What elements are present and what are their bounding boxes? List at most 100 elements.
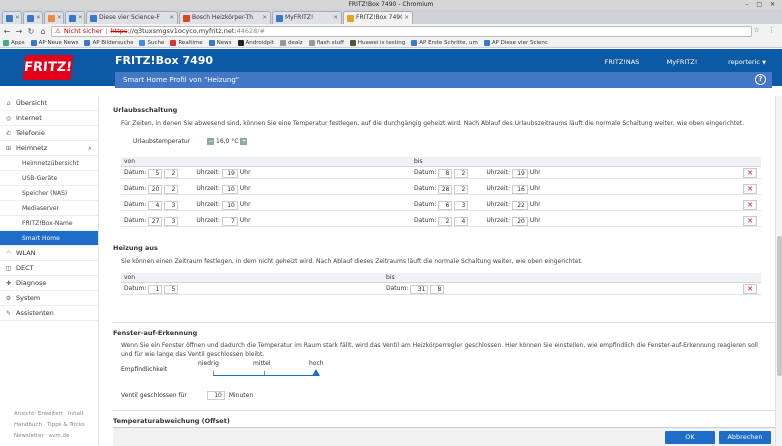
plus-icon[interactable]: + xyxy=(240,138,248,145)
browser-tab[interactable]: MyFRITZ! ✕ xyxy=(272,11,342,24)
bis-hour-input[interactable]: 20 xyxy=(511,216,528,226)
bookmark-item[interactable]: Apps xyxy=(3,39,25,46)
bis-month-input[interactable]: 8 xyxy=(430,284,445,294)
delete-button[interactable]: ✕ xyxy=(743,184,757,194)
browser-tab[interactable]: ✕ xyxy=(44,11,64,24)
bis-month-input[interactable]: 2 xyxy=(454,168,469,178)
close-icon[interactable]: ✕ xyxy=(36,12,41,24)
sidebar-item[interactable]: Mediaserver xyxy=(0,201,98,216)
bis-day-input[interactable]: 6 xyxy=(438,200,453,210)
scrollbar-thumb[interactable] xyxy=(777,236,782,376)
sidebar-item[interactable]: ✆ Telefonie xyxy=(0,126,98,141)
close-icon[interactable]: ✕ xyxy=(404,12,409,24)
browser-tab[interactable]: ✕ xyxy=(65,11,85,24)
bookmark-item[interactable]: News xyxy=(208,39,232,46)
von-day-input[interactable]: 20 xyxy=(148,184,163,194)
browser-tab[interactable]: Diese vier Science-F ✕ xyxy=(86,11,178,24)
bookmark-item[interactable]: AP Erste Schritte, um xyxy=(411,39,478,46)
sidebar-item[interactable]: ✚ Diagnose xyxy=(0,276,98,291)
delete-button[interactable]: ✕ xyxy=(743,168,757,178)
slider-handle[interactable] xyxy=(312,369,320,376)
von-month-input[interactable]: 3 xyxy=(164,216,179,226)
von-day-input[interactable]: 1 xyxy=(148,284,163,294)
bis-day-input[interactable]: 8 xyxy=(438,168,453,178)
sidebar-item[interactable]: Speicher (NAS) xyxy=(0,186,98,201)
von-month-input[interactable]: 3 xyxy=(164,200,179,210)
scrollbar[interactable] xyxy=(775,96,782,446)
sidebar-item[interactable]: Heimnetzübersicht xyxy=(0,156,98,171)
sidebar-item[interactable]: ◠ WLAN xyxy=(0,246,98,261)
minus-icon[interactable]: − xyxy=(207,138,214,145)
close-icon[interactable]: ✕ xyxy=(15,12,20,24)
delete-button[interactable]: ✕ xyxy=(743,284,757,294)
myfritz-link[interactable]: MyFRITZ! xyxy=(652,58,712,66)
bis-day-input[interactable]: 2 xyxy=(438,216,453,226)
footer-link[interactable]: Ansicht: Erweitert xyxy=(14,411,63,417)
bis-month-input[interactable]: 4 xyxy=(454,216,469,226)
delete-button[interactable]: ✕ xyxy=(743,216,757,226)
bis-hour-input[interactable]: 19 xyxy=(511,168,528,178)
sidebar-item[interactable]: ⌂ Übersicht xyxy=(0,96,98,111)
bookmark-item[interactable]: AP Diese vier Scienc xyxy=(483,39,548,46)
von-month-input[interactable]: 2 xyxy=(164,184,179,194)
bis-hour-input[interactable]: 16 xyxy=(511,184,528,194)
cancel-button[interactable]: Abbrechen xyxy=(719,431,771,444)
bookmark-item[interactable]: Realtime xyxy=(170,39,203,46)
user-menu[interactable]: reporteric ▼ xyxy=(712,58,782,66)
von-hour-input[interactable]: 19 xyxy=(221,168,238,178)
ok-button[interactable]: OK xyxy=(665,431,715,444)
sidebar-item[interactable]: USB-Geräte xyxy=(0,171,98,186)
von-hour-input[interactable]: 10 xyxy=(221,200,238,210)
bookmark-item[interactable]: Huawei is testing xyxy=(349,39,405,46)
footer-link[interactable]: Newsletter xyxy=(14,433,44,439)
temp-stepper[interactable]: − 16,0 °C + xyxy=(207,138,248,145)
sidebar-item[interactable]: FRITZ!Box-Name xyxy=(0,216,98,231)
bookmark-item[interactable]: AP Neue News xyxy=(30,39,78,46)
bis-hour-input[interactable]: 22 xyxy=(511,200,528,210)
von-hour-input[interactable]: 10 xyxy=(221,184,238,194)
von-day-input[interactable]: 4 xyxy=(148,200,163,210)
von-month-input[interactable]: 2 xyxy=(164,168,179,178)
bookmark-item[interactable]: flash stuff xyxy=(308,39,344,46)
reload-icon[interactable]: ↻ xyxy=(27,27,35,36)
help-icon[interactable]: ? xyxy=(755,74,766,85)
close-icon[interactable]: ✕ xyxy=(333,12,338,24)
footer-link[interactable]: Handbuch xyxy=(14,422,42,428)
address-bar[interactable]: ⚠ Nicht sicher | https://q3tuxsmgsv1ocyc… xyxy=(51,25,752,37)
sidebar-item[interactable]: ◫ DECT xyxy=(0,261,98,276)
von-day-input[interactable]: 27 xyxy=(148,216,163,226)
close-icon[interactable]: ✕ xyxy=(78,12,83,24)
window-controls[interactable]: – □ ✕ xyxy=(745,0,778,9)
fritz-logo[interactable]: FRITZ! xyxy=(22,55,74,80)
von-day-input[interactable]: 5 xyxy=(148,168,163,178)
von-hour-input[interactable]: 7 xyxy=(221,216,238,226)
bis-day-input[interactable]: 28 xyxy=(438,184,453,194)
bis-month-input[interactable]: 3 xyxy=(454,200,469,210)
bis-month-input[interactable]: 2 xyxy=(454,184,469,194)
closed-minutes-input[interactable]: 10 xyxy=(206,391,225,400)
bis-day-input[interactable]: 31 xyxy=(410,284,429,294)
browser-tab-active[interactable]: FRITZ!Box 7490 ✕ xyxy=(343,11,413,24)
sidebar-item[interactable]: ✎ Assistenten xyxy=(0,306,98,321)
home-icon[interactable]: ⌂ xyxy=(39,27,47,36)
forward-icon[interactable]: → xyxy=(15,27,23,36)
bookmark-item[interactable]: dealz xyxy=(279,39,303,46)
delete-button[interactable]: ✕ xyxy=(743,200,757,210)
close-icon[interactable]: ✕ xyxy=(262,12,267,24)
von-month-input[interactable]: 5 xyxy=(164,284,179,294)
menu-icons[interactable]: ☆ ⋮ xyxy=(753,26,778,34)
sidebar-item[interactable]: ⊞ Heimnetz ∧ xyxy=(0,141,98,156)
back-icon[interactable]: ← xyxy=(3,27,11,36)
sensitivity-slider[interactable]: niedrig mittel hoch xyxy=(198,360,333,380)
browser-tab[interactable]: ✕ xyxy=(23,11,43,24)
close-icon[interactable]: ✕ xyxy=(57,12,62,24)
browser-tab[interactable]: ✕ xyxy=(2,11,22,24)
bookmark-item[interactable]: Suche xyxy=(139,39,164,46)
sidebar-item[interactable]: ⚙ System xyxy=(0,291,98,306)
bookmark-item[interactable]: Androidpit xyxy=(237,39,274,46)
footer-link[interactable]: Tipps & Tricks xyxy=(47,422,85,428)
footer-link[interactable]: avm.de xyxy=(49,433,70,439)
bookmark-item[interactable]: AP Bildersuche xyxy=(84,39,133,46)
sidebar-item[interactable]: ◎ Internet xyxy=(0,111,98,126)
sidebar-item[interactable]: Smart Home xyxy=(0,231,98,246)
